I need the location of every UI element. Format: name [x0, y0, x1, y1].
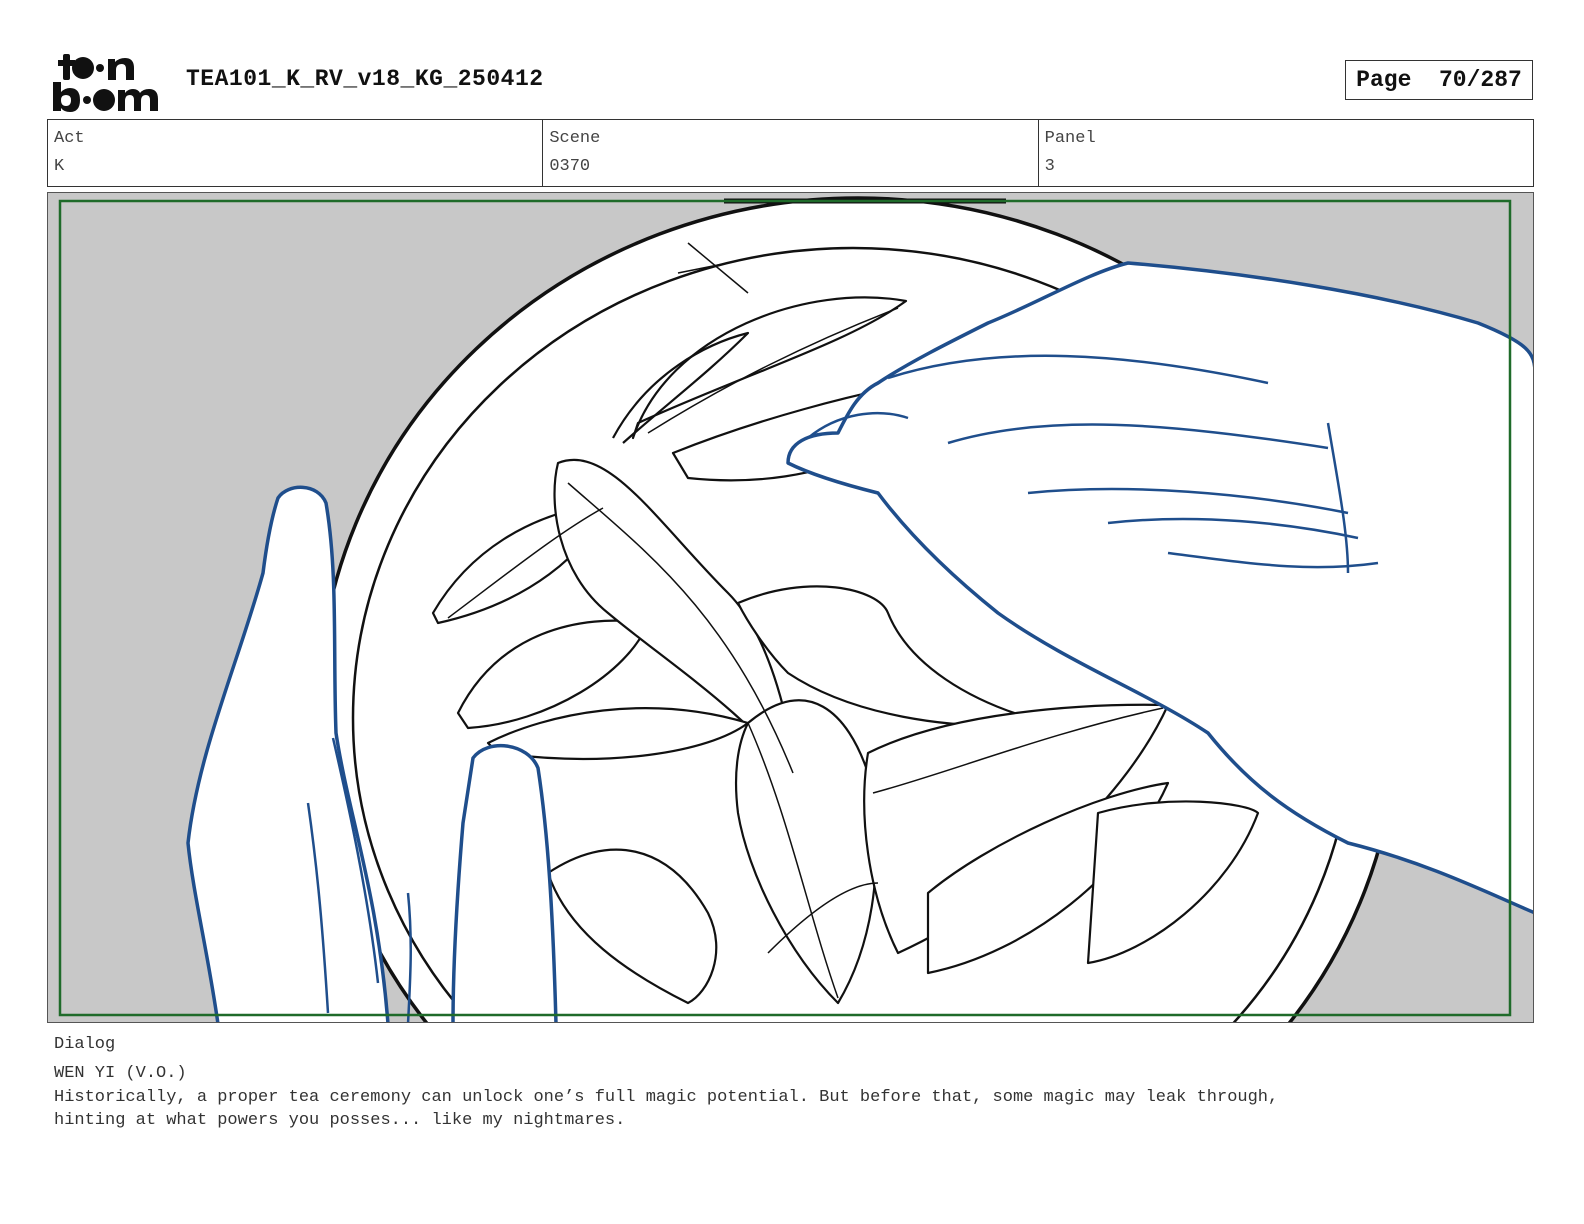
dialog-speaker: WEN YI (V.O.): [54, 1064, 187, 1083]
dialog-text: Historically, a proper tea ceremony can …: [54, 1088, 1279, 1130]
page-indicator: Page 70/287: [1345, 60, 1533, 100]
act-cell: Act K: [48, 120, 544, 186]
scene-label: Scene: [549, 129, 601, 148]
document-title: TEA101_K_RV_v18_KG_250412: [186, 66, 544, 92]
scene-value: 0370: [549, 157, 591, 176]
toon-boom-logo: [53, 54, 158, 112]
storyboard-drawing: [48, 193, 1533, 1022]
panel-label: Panel: [1044, 129, 1096, 148]
page-label: Page: [1356, 67, 1412, 93]
dialog-section: Dialog WEN YI (V.O.) Historically, a pro…: [54, 1033, 1524, 1132]
act-value: K: [54, 157, 65, 176]
panel-value: 3: [1044, 157, 1055, 176]
act-label: Act: [54, 129, 85, 148]
panel-cell: Panel 3: [1039, 120, 1533, 186]
page-number: 70/287: [1439, 67, 1522, 93]
scene-cell: Scene 0370: [543, 120, 1039, 186]
dialog-label: Dialog: [54, 1035, 116, 1054]
info-table: Act K Scene 0370 Panel 3: [47, 119, 1534, 187]
storyboard-panel: [47, 192, 1534, 1023]
